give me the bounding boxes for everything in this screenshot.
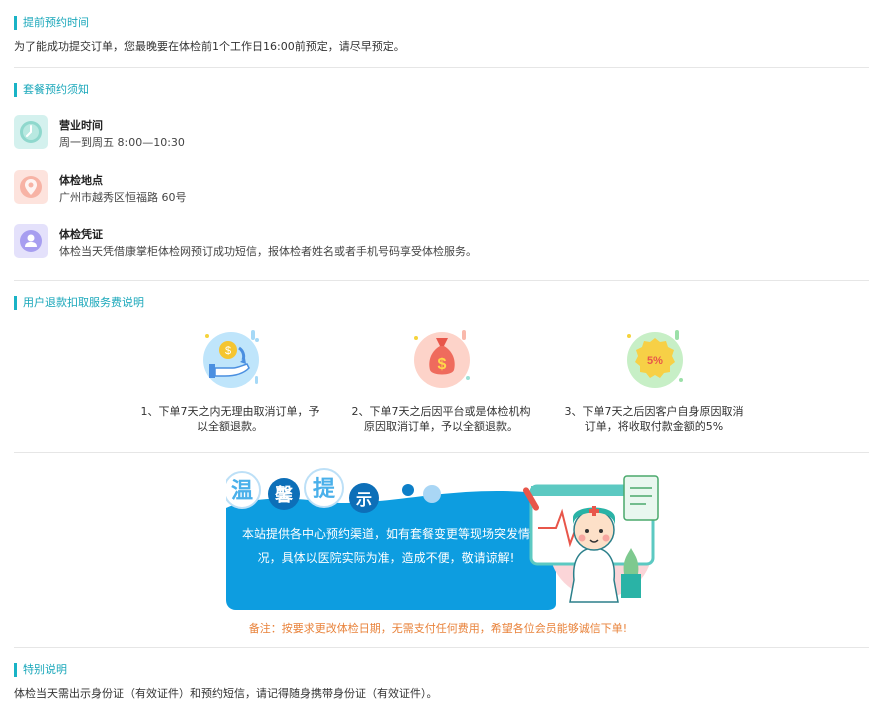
info-business-hours: 营业时间 周一到周五 8:00—10:30: [14, 115, 614, 151]
section-title-special: 特别说明: [14, 663, 67, 677]
refund-text-line: 以全额退款。: [197, 420, 263, 433]
money-bag-icon: $: [414, 330, 470, 388]
divider: [14, 647, 869, 648]
info-location: 体检地点 广州市越秀区恒福路 60号: [14, 170, 614, 206]
tip-char: 温: [231, 479, 253, 504]
refund-item-3: 5% 3、下单7天之后因客户自身原因取消 订单，将收取付款金额的5%: [559, 326, 749, 434]
coin-hand-icon: $: [203, 330, 259, 388]
refund-text-line: 原因取消订单，予以全额退款。: [364, 420, 518, 433]
svg-text:$: $: [438, 356, 447, 373]
divider: [14, 452, 869, 453]
info-title: 营业时间: [59, 119, 103, 132]
info-text: 周一到周五 8:00—10:30: [59, 136, 185, 149]
info-title: 体检凭证: [59, 228, 103, 241]
special-text: 体检当天需出示身份证（有效证件）和预约短信，请记得随身携带身份证（有效证件）。: [14, 687, 438, 700]
refund-text-line: 3、下单7天之后因客户自身原因取消: [564, 405, 744, 418]
divider: [14, 280, 869, 281]
section-title-advance: 提前预约时间: [14, 16, 89, 30]
percent-badge-icon: 5%: [627, 330, 683, 388]
advance-text: 为了能成功提交订单，您最晚要在体检前1个工作日16:00前预定，请尽早预定。: [14, 40, 405, 53]
remark-note: 备注：按要求更改体检日期，无需支付任何费用，希望各位会员能够诚信下单!: [248, 622, 628, 635]
refund-text-line: 订单，将收取付款金额的5%: [584, 420, 724, 433]
tip-char: 提: [313, 476, 336, 502]
refund-text-line: 2、下单7天之后因平台或是体检机构: [351, 405, 531, 418]
info-title: 体检地点: [59, 174, 103, 187]
banner-text-line: 本站提供各中心预约渠道，如有套餐变更等现场突发情: [241, 527, 530, 541]
section-title-notice: 套餐预约须知: [14, 83, 89, 97]
clock-icon: [14, 115, 48, 149]
section-title-refund: 用户退款扣取服务费说明: [14, 296, 144, 310]
info-text: 体检当天凭借康掌柜体检网预订成功短信，报体检者姓名或者手机号码享受体检服务。: [59, 245, 477, 258]
percent-badge-text: 5%: [647, 355, 663, 367]
divider: [14, 67, 869, 68]
info-text: 广州市越秀区恒福路 60号: [59, 191, 187, 204]
refund-text-line: 1、下单7天之内无理由取消订单，予: [140, 405, 320, 418]
warm-tips-banner: 温 馨 提 示 本站提供各中心预约渠道，如有套餐变更等现场突发情 况，具体以医院…: [226, 468, 662, 610]
user-icon: [14, 224, 48, 258]
tip-char: 示: [356, 490, 372, 509]
svg-text:$: $: [225, 345, 231, 357]
refund-item-1: $ 1、下单7天之内无理由取消订单，予 以全额退款。: [135, 326, 325, 434]
location-icon: [14, 170, 48, 204]
tip-char: 馨: [274, 484, 294, 506]
banner-text-line: 况，具体以医院实际为准，造成不便，敬请谅解!: [257, 551, 515, 565]
info-voucher: 体检凭证 体检当天凭借康掌柜体检网预订成功短信，报体检者姓名或者手机号码享受体检…: [14, 224, 614, 260]
refund-item-2: $ 2、下单7天之后因平台或是体检机构 原因取消订单，予以全额退款。: [346, 326, 536, 434]
